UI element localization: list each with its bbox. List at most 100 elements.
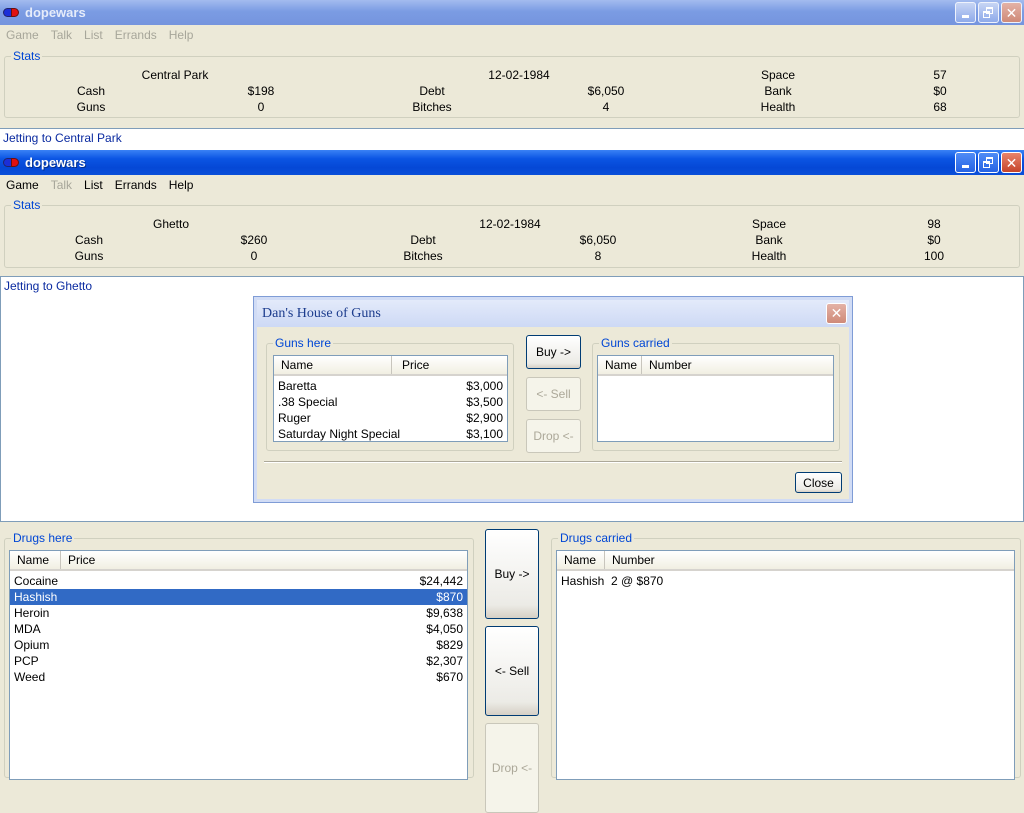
minimize-button[interactable] [955, 152, 976, 173]
message-text: Jetting to Central Park [3, 131, 122, 145]
column-name[interactable]: Name [274, 356, 392, 374]
stat-bitches-value: 8 [594, 249, 602, 263]
stat-health-label: Health [760, 100, 796, 114]
list-item[interactable]: PCP $2,307 [10, 653, 467, 669]
menu-list[interactable]: List [78, 178, 109, 192]
stat-cash-value: $198 [247, 84, 275, 98]
close-icon: ✕ [1005, 154, 1018, 171]
window-title-bar[interactable]: dopewars ✕ [0, 0, 1024, 25]
stat-debt-value: $6,050 [579, 233, 617, 247]
dialog-close-action-button[interactable]: Close [795, 472, 842, 493]
stat-space-value: 98 [927, 217, 941, 231]
pill-icon [3, 157, 19, 168]
sell-drug-button[interactable]: <- Sell [485, 626, 539, 716]
guns-carried-list[interactable]: Name Number [597, 355, 834, 442]
stat-date: 12-02-1984 [479, 217, 541, 231]
list-header: Name Number [557, 551, 1014, 571]
maximize-button[interactable] [978, 2, 999, 23]
drug-name: PCP [14, 654, 39, 668]
drug-name: Opium [14, 638, 50, 652]
minimize-button[interactable] [955, 2, 976, 23]
maximize-button[interactable] [978, 152, 999, 173]
drug-price: $829 [436, 638, 463, 652]
list-item[interactable]: Opium $829 [10, 637, 467, 653]
menu-help[interactable]: Help [163, 178, 200, 192]
stat-bank-label: Bank [755, 233, 783, 247]
list-item[interactable]: Weed $670 [10, 669, 467, 685]
guns-carried-legend: Guns carried [599, 336, 672, 350]
menu-bar: Game Talk List Errands Help [0, 175, 1024, 195]
buy-gun-button[interactable]: Buy -> [526, 335, 581, 369]
stats-legend: Stats [11, 49, 43, 63]
menu-help[interactable]: Help [163, 28, 200, 42]
window-title-bar[interactable]: dopewars ✕ [0, 150, 1024, 175]
guns-here-list[interactable]: Name Price Baretta $3,000 .38 Special $3,5… [273, 355, 508, 442]
drug-price: $4,050 [426, 622, 463, 636]
column-name[interactable]: Name [557, 551, 605, 569]
drugs-here-list[interactable]: Name Price Cocaine $24,442 Hashish $870 He… [9, 550, 468, 780]
menu-game[interactable]: Game [0, 28, 45, 42]
column-number[interactable]: Number [605, 551, 1014, 569]
gun-price: $2,900 [466, 411, 503, 425]
drug-name: MDA [14, 622, 41, 636]
stat-cash-label: Cash [74, 233, 104, 247]
window-title: dopewars [25, 5, 86, 20]
list-item[interactable]: Hashish 2 @ $870 [557, 573, 1014, 589]
message-log[interactable]: Jetting to Central Park [0, 128, 1024, 150]
dialog-close-button[interactable]: ✕ [826, 303, 847, 324]
list-item[interactable]: Heroin $9,638 [10, 605, 467, 621]
list-item-selected[interactable]: Hashish $870 [10, 589, 467, 605]
dialog-title: Dan's House of Guns [262, 305, 381, 321]
list-item[interactable]: Baretta $3,000 [274, 378, 507, 394]
close-button[interactable]: ✕ [1001, 2, 1022, 23]
list-item[interactable]: MDA $4,050 [10, 621, 467, 637]
drugs-carried-legend: Drugs carried [558, 531, 635, 545]
list-header: Name Price [274, 356, 507, 376]
stat-bitches-value: 4 [602, 100, 610, 114]
drug-name: Cocaine [14, 574, 59, 588]
close-button[interactable]: ✕ [1001, 152, 1022, 173]
minimize-icon [962, 165, 969, 168]
list-item[interactable]: Ruger $2,900 [274, 410, 507, 426]
list-item[interactable]: .38 Special $3,500 [274, 394, 507, 410]
list-item[interactable]: Saturday Night Special $3,100 [274, 426, 507, 441]
menu-errands[interactable]: Errands [109, 28, 163, 42]
drop-drug-button[interactable]: Drop <- [485, 723, 539, 813]
close-icon: ✕ [1005, 4, 1018, 21]
column-name[interactable]: Name [598, 356, 642, 374]
list-header: Name Number [598, 356, 833, 376]
drugs-carried-list[interactable]: Name Number Hashish 2 @ $870 [556, 550, 1015, 780]
menu-game[interactable]: Game [0, 178, 45, 192]
buy-drug-button[interactable]: Buy -> [485, 529, 539, 619]
drug-price: $24,442 [419, 574, 463, 588]
column-name[interactable]: Name [10, 551, 61, 569]
stat-debt-value: $6,050 [587, 84, 625, 98]
gun-price: $3,000 [466, 379, 503, 393]
drug-name: Heroin [14, 606, 50, 620]
stat-bitches-label: Bitches [412, 100, 452, 114]
gun-name: .38 Special [278, 395, 338, 409]
sell-gun-button[interactable]: <- Sell [526, 377, 581, 411]
column-number[interactable]: Number [642, 356, 833, 374]
stat-guns-label: Guns [76, 100, 106, 114]
column-price[interactable]: Price [61, 551, 467, 569]
window-background: dopewars ✕ Game Talk List Errands Help S… [0, 0, 1024, 150]
dialog-separator [264, 461, 842, 463]
list-header: Name Price [10, 551, 467, 571]
menu-list[interactable]: List [78, 28, 109, 42]
drug-price: $870 [436, 590, 463, 604]
gun-name: Baretta [278, 379, 317, 393]
list-item[interactable]: Cocaine $24,442 [10, 573, 467, 589]
menu-talk[interactable]: Talk [45, 178, 78, 192]
gun-price: $3,500 [466, 395, 503, 409]
menu-talk[interactable]: Talk [45, 28, 78, 42]
menu-errands[interactable]: Errands [109, 178, 163, 192]
drug-price: $2,307 [426, 654, 463, 668]
stat-health-label: Health [751, 249, 787, 263]
drug-number: 2 @ $870 [611, 574, 664, 588]
column-price[interactable]: Price [392, 356, 507, 374]
stat-guns-value: 0 [250, 249, 258, 263]
dialog-title-bar[interactable]: Dan's House of Guns ✕ [257, 300, 849, 327]
gun-name: Saturday Night Special [278, 427, 401, 441]
drop-gun-button[interactable]: Drop <- [526, 419, 581, 453]
